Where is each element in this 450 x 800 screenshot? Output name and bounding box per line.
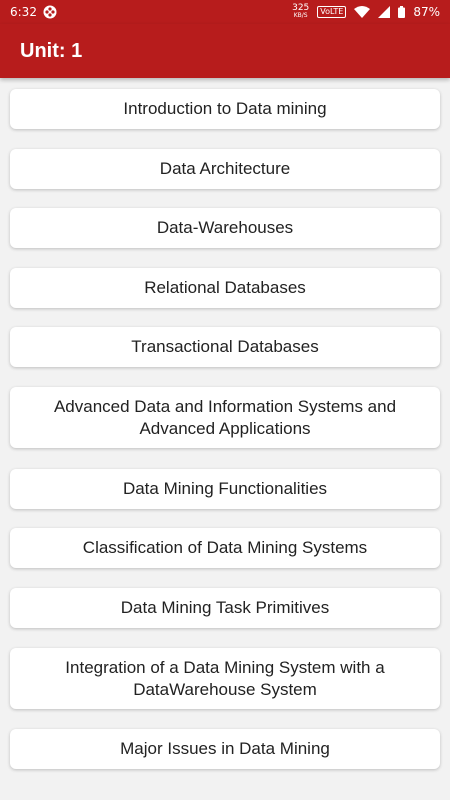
network-speed-value: 325 [292, 3, 310, 13]
topic-item-data-mining-functionalities[interactable]: Data Mining Functionalities [10, 469, 440, 509]
wifi-icon [354, 6, 371, 18]
notification-app-icon [43, 5, 57, 19]
topic-label: Introduction to Data mining [123, 99, 327, 118]
topic-label: Data Mining Functionalities [122, 479, 328, 498]
topic-item-introduction[interactable]: Introduction to Data mining [10, 89, 440, 129]
topic-item-data-architecture[interactable]: Data Architecture [10, 149, 440, 189]
signal-icon [378, 6, 391, 18]
topic-label: Integration of a Data Mining System with… [65, 657, 385, 699]
topic-label: Data Mining Task Primitives [120, 598, 330, 617]
app-bar: Unit: 1 [0, 24, 450, 78]
topic-item-classification-systems[interactable]: Classification of Data Mining Systems [10, 528, 440, 568]
topic-label: Classification of Data Mining Systems [82, 538, 368, 557]
page-title: Unit: 1 [20, 39, 83, 62]
status-time: 6:32 [10, 5, 37, 19]
battery-icon [398, 6, 406, 18]
topic-label: Advanced Data and Information Systems an… [53, 396, 397, 438]
topic-item-task-primitives[interactable]: Data Mining Task Primitives [10, 588, 440, 628]
volte-badge: VoLTE [317, 6, 347, 18]
topic-label: Transactional Databases [131, 337, 319, 356]
topic-label: Data-Warehouses [156, 218, 294, 237]
topic-item-advanced-data-systems[interactable]: Advanced Data and Information Systems an… [10, 387, 440, 448]
topic-item-relational-databases[interactable]: Relational Databases [10, 268, 440, 308]
topic-item-transactional-databases[interactable]: Transactional Databases [10, 327, 440, 367]
topic-item-integration[interactable]: Integration of a Data Mining System with… [10, 648, 440, 709]
topic-item-data-warehouses[interactable]: Data-Warehouses [10, 208, 440, 248]
network-speed: 325 KB/S [292, 4, 309, 20]
battery-percent: 87% [413, 5, 440, 19]
topic-label: Data Architecture [159, 159, 291, 178]
status-bar: 6:32 325 KB/S VoLTE 87% [0, 0, 450, 24]
topic-label: Relational Databases [144, 278, 306, 297]
topic-label: Major Issues in Data Mining [120, 739, 330, 758]
network-speed-unit: KB/S [293, 12, 308, 19]
topic-item-major-issues[interactable]: Major Issues in Data Mining [10, 729, 440, 769]
